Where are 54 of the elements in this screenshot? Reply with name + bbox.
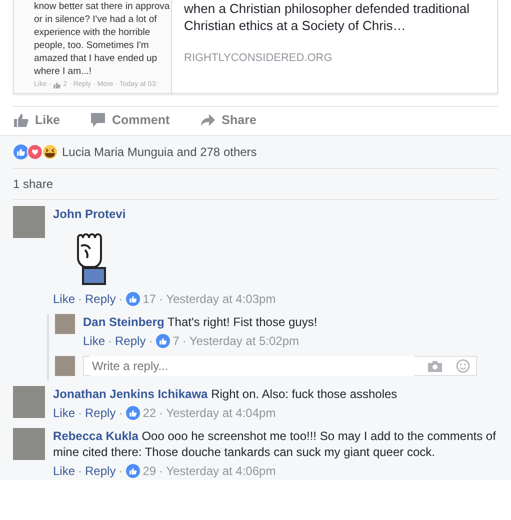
like-count: 7 — [172, 332, 180, 350]
comment-button[interactable]: Comment — [90, 111, 170, 130]
avatar-placeholder — [55, 356, 75, 376]
separator-dot: · — [159, 404, 164, 422]
screenshot-text-line: where I am...! — [34, 65, 93, 78]
share-button[interactable]: Share — [200, 111, 256, 130]
camera-icon[interactable] — [428, 360, 442, 372]
like-button[interactable]: Like — [13, 111, 60, 130]
comment-text: John Protevi — [53, 206, 127, 222]
like-link[interactable]: Like — [83, 332, 106, 350]
comment-text: Jonathan Jenkins Ichikawa Right on. Also: fuck those assholes — [53, 386, 398, 402]
separator-dot: · — [78, 404, 82, 422]
thumbs-up-icon — [53, 80, 62, 88]
screenshot-text-line: experience with the horrible — [34, 26, 152, 39]
separator-dot: · — [182, 332, 186, 350]
separator-dot: · — [108, 332, 112, 350]
reply-field[interactable]: Write a reply... — [83, 356, 477, 376]
separator-dot: · — [159, 462, 164, 480]
reply-link[interactable]: Reply — [85, 462, 116, 480]
like-count-icon — [156, 334, 170, 348]
screenshot-text-line: amazed that I have ended up — [34, 52, 158, 65]
separator-dot: · — [148, 332, 153, 350]
reply-link[interactable]: Reply — [85, 290, 116, 308]
comment-text: Rebecca Kukla Ooo ooo he screenshot me too!!! So may I add to the comments of mine cited there: Those douche tankards can suck my giant queer cock. — [53, 428, 497, 460]
comment-text: Dan Steinberg That's right! Fist those guys! — [83, 314, 318, 330]
like-count-icon — [126, 292, 140, 306]
separator-dot: · — [159, 290, 164, 308]
like-link[interactable]: Like — [53, 462, 76, 480]
screenshot-text-line: people, too. Sometimes I'm — [34, 39, 150, 52]
avatar-placeholder[interactable] — [55, 314, 75, 334]
separator-dot: · — [118, 290, 123, 308]
separator-dot: · — [118, 462, 123, 480]
comment-icon — [90, 112, 106, 128]
like-count: 22 — [142, 404, 156, 422]
link-description[interactable]: when a Christian philosopher defended traditional Christian ethics at a Society of Chris… — [184, 0, 487, 34]
like-count-icon — [126, 406, 140, 420]
like-count: 17 — [142, 290, 156, 308]
reaction-icons — [13, 144, 59, 160]
screenshot-text-line: know better sat there in approva — [34, 0, 169, 13]
share-count-link[interactable]: 1 share — [13, 168, 498, 200]
reaction-summary-link[interactable]: Lucia Maria Munguia and 278 others — [62, 142, 257, 161]
like-link[interactable]: Like — [53, 404, 76, 422]
like-count: 29 — [142, 462, 156, 480]
link-domain: RIGHTLYCONSIDERED.ORG — [184, 51, 334, 66]
screenshot-text-line: or in silence? I've had a lot of — [34, 13, 158, 26]
like-link[interactable]: Like — [53, 290, 76, 308]
smiley-icon[interactable] — [456, 358, 470, 373]
reply-link[interactable]: Reply — [85, 404, 116, 422]
separator-dot: · — [78, 462, 82, 480]
reply-link[interactable]: Reply — [115, 332, 146, 350]
separator-dot: · — [78, 290, 82, 308]
separator-dot: · — [118, 404, 123, 422]
share-arrow-icon — [200, 112, 216, 128]
thumbs-up-icon — [13, 112, 29, 128]
